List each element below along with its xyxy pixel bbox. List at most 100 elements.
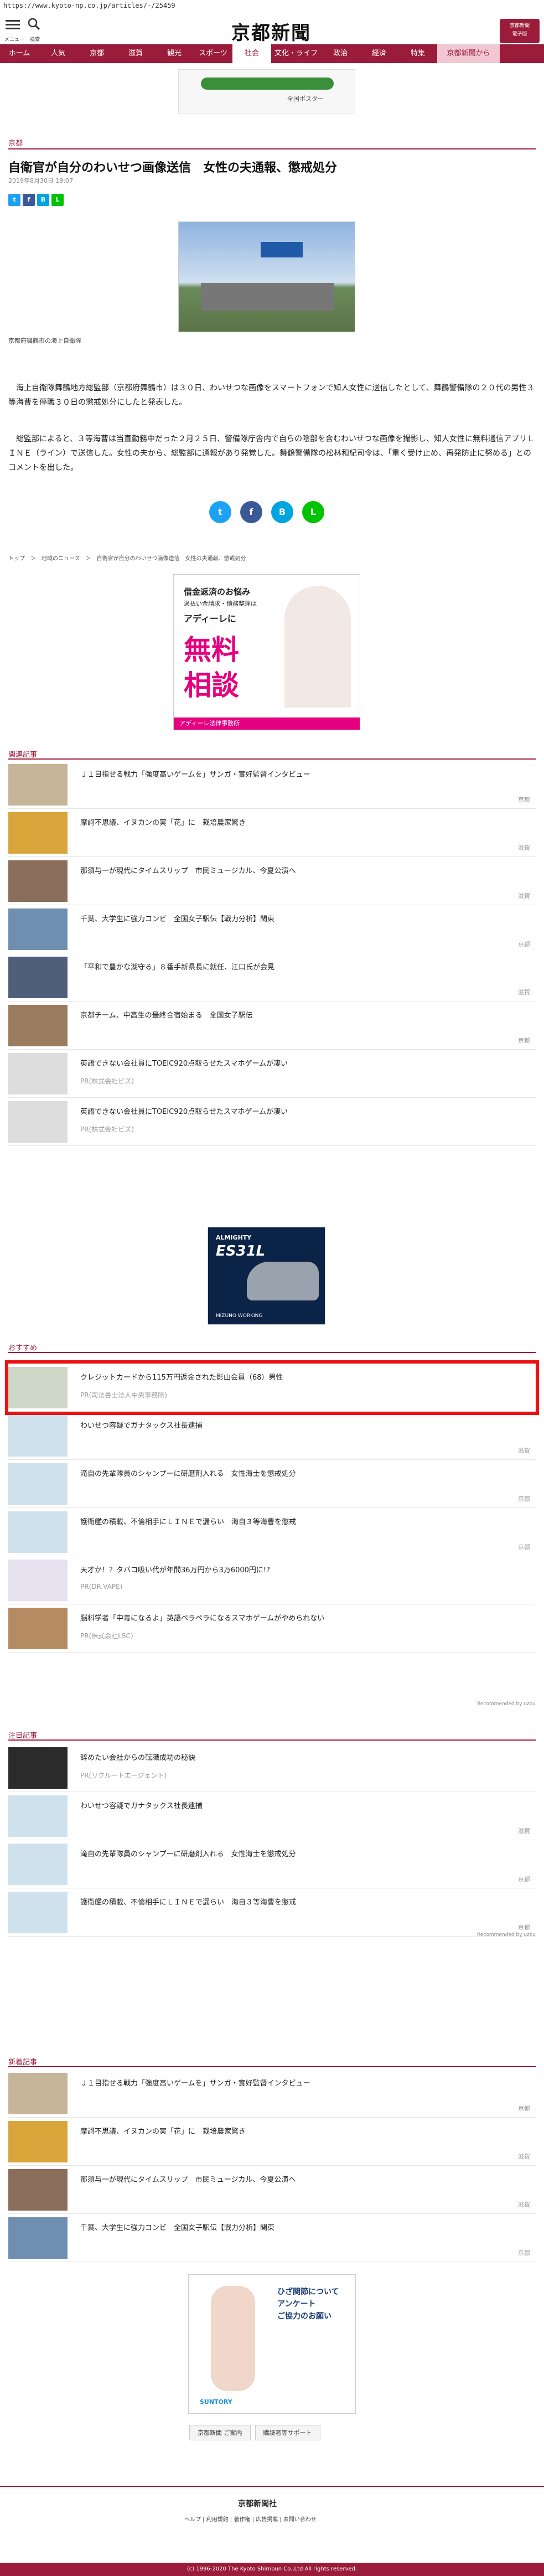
list-item[interactable]: 滝自の先輩隊員のシャンプーに研磨剤入れる 女性海士を懲戒処分京都 (8, 1840, 536, 1888)
info-button[interactable]: 京都新聞 ご案内 (189, 2425, 251, 2440)
adire-ad[interactable]: 借金返済のお悩み 過払い金請求・債務整理は アディーレに 無料 相談 アディーレ… (173, 574, 360, 730)
list-item[interactable]: 「平和で豊かな湖守る」８番手新県長に就任、江口氏が会見 滋賀 (8, 953, 536, 1002)
suntory-ad[interactable]: ひざ関節について アンケート ご協力のお願い SUNTORY (188, 2274, 356, 2414)
thumbnail (8, 1005, 68, 1046)
item-title: 滝自の先輩隊員のシャンプーに研磨剤入れる 女性海士を懲戒処分 (80, 1470, 296, 1478)
list-item[interactable]: わいせつ容疑でガナタックス社長逮捕滋賀 (8, 1412, 536, 1460)
thumbnail (8, 2073, 68, 2114)
list-item[interactable]: 英語できない会社員にTOEIC920点取らせたスマホゲームが凄い PR(株式会社ビ… (8, 1098, 536, 1146)
top-ad-text: 全国ポスター (287, 95, 324, 102)
facebook-icon[interactable]: f (23, 194, 35, 206)
nav-tab-politics[interactable]: 政治 (321, 44, 360, 63)
nav-tab-sports[interactable]: スポーツ (194, 44, 232, 63)
related-rule (8, 758, 536, 760)
item-source: 京都 (518, 1924, 530, 1931)
item-source: 滋賀 (518, 2153, 530, 2160)
nav-tab-culture[interactable]: 文化・ライフ (271, 44, 321, 63)
nav-tab-from-kyoto[interactable]: 京都新聞から (437, 44, 500, 63)
list-item[interactable]: 護衛艦の積載、不倫相手にＬＩＮＥで漏らい 海自３等海曹を懲戒 京都 (8, 1888, 536, 1937)
list-item[interactable]: 護衛艦の積載、不倫相手にＬＩＮＥで漏らい 海自３等海曹を懲戒 京都 (8, 1508, 536, 1556)
twitter-icon[interactable]: t (8, 194, 20, 206)
item-title: 千葉、大学生に強力コンビ 全国女子駅伝【戦力分析】関東 (80, 915, 275, 923)
shoe-ad[interactable]: ALMIGHTY ES31L MIZUNO WORKING (208, 1227, 325, 1325)
nav-tab-economy[interactable]: 経済 (360, 44, 398, 63)
footer-links[interactable]: ヘルプ | 利用規約 | 著作権 | 広告掲載 | お問い合わせ (184, 2515, 317, 2523)
nav-tab-sightseeing[interactable]: 観光 (155, 44, 194, 63)
nav-tab-home[interactable]: ホーム (0, 44, 39, 63)
item-title: クレジットカードから115万円返金された影山会員（68）男性 (80, 1374, 283, 1382)
item-title: わいせつ容疑でガナタックス社長逮捕 (80, 1422, 203, 1430)
item-title: 滝自の先輩隊員のシャンプーに研磨剤入れる 女性海士を懲戒処分 (80, 1850, 296, 1859)
list-item[interactable]: 千葉、大学生に強力コンビ 全国女子駅伝【戦力分析】関東 京都 (8, 2214, 536, 2262)
line-icon[interactable]: L (51, 194, 64, 206)
list-item[interactable]: 英語できない会社員にTOEIC920点取らせたスマホゲームが凄い PR(株式会社ビ… (8, 1050, 536, 1098)
item-title: 千葉、大学生に強力コンビ 全国女子駅伝【戦力分析】関東 (80, 2224, 275, 2232)
suntory-ad-image (211, 2286, 255, 2391)
item-source: 滋賀 (518, 989, 530, 996)
adire-ad-big1: 無料 (184, 634, 239, 666)
item-source: 滋賀 (518, 844, 530, 851)
nav-tab-features[interactable]: 特集 (398, 44, 437, 63)
thumbnail (8, 1844, 68, 1885)
adire-ad-line2: 過払い金請求・債務整理は (184, 600, 257, 607)
edition-button[interactable]: 京都新聞 電子版 (500, 19, 540, 43)
article-category[interactable]: 京都 (8, 137, 23, 148)
list-item[interactable]: 摩訶不思議、イヌカンの実「花」に 栽培農家驚き滋賀 (8, 2118, 536, 2166)
item-title: 英語できない会社員にTOEIC920点取らせたスマホゲームが凄い (80, 1108, 288, 1116)
nav-tab-society[interactable]: 社会 (232, 44, 271, 63)
copyright: (c) 1996-2020 The Kyoto Shimbun Co.,Ltd … (0, 2563, 544, 2576)
thumbnail (8, 764, 68, 806)
item-pr: PR(DR.VAPE) (80, 1583, 123, 1591)
list-item[interactable]: Ｊ１目指せる戦力「強度高いゲームを」サンガ・實好監督インタビュー 京都 (8, 2069, 536, 2118)
list-item[interactable]: 京都チーム、中高生の最終合宿始まる 全国女子駅伝京都 (8, 1002, 536, 1050)
support-button[interactable]: 購読者等サポート (255, 2425, 320, 2440)
list-item[interactable]: クレジットカードから115万円返金された影山会員（68）男性 PR(司法書士法人中… (5, 1360, 539, 1415)
twitter-icon[interactable]: t (209, 501, 231, 523)
nav-tab-kyoto[interactable]: 京都 (77, 44, 116, 63)
list-item[interactable]: 那須与一が現代にタイムスリップ 市民ミュージカル、今夏公演へ 滋賀 (8, 2166, 536, 2214)
item-title: 京都チーム、中高生の最終合宿始まる 全国女子駅伝 (80, 1011, 253, 1020)
top-banner-ad[interactable]: 全国ポスター (178, 69, 355, 113)
item-title: 那須与一が現代にタイムスリップ 市民ミュージカル、今夏公演へ (80, 867, 296, 875)
item-source: 京都 (518, 1037, 530, 1044)
facebook-icon[interactable]: f (240, 501, 262, 523)
list-item[interactable]: 千葉、大学生に強力コンビ 全国女子駅伝【戦力分析】関東 京都 (8, 905, 536, 953)
list-item[interactable]: 摩訶不思議、イヌカンの実「花」に 栽培農家驚き 滋賀 (8, 809, 536, 857)
item-pr: PR(リクルートエージェント) (80, 1772, 167, 1779)
item-source: 京都 (518, 1876, 530, 1883)
recommended-credit[interactable]: Recommended by uzou (477, 1701, 536, 1707)
list-item[interactable]: 脳科学者「中毒になるよ」英語ペラペラになるスマホゲームがやめられない PR(株式会… (8, 1604, 536, 1653)
nav-tab-popular[interactable]: 人気 (39, 44, 77, 63)
hatena-icon[interactable]: B (271, 501, 293, 523)
search-icon[interactable] (28, 18, 40, 30)
list-item[interactable]: 滝自の先輩隊員のシャンプーに研磨剤入れる 女性海士を懲戒処分 京都 (8, 1460, 536, 1508)
breadcrumb[interactable]: トップ ＞ 地域のニュース ＞ 自衛官が自分のわいせつ画像送信 女性の夫通報、懲… (8, 554, 246, 562)
line-icon[interactable]: L (302, 501, 324, 523)
attention-list: 辞めたい会社からの転職成功の秘訣 PR(リクルートエージェント) わいせつ容疑でガ… (8, 1744, 536, 1937)
list-item[interactable]: わいせつ容疑でガナタックス社長逮捕 滋賀 (8, 1792, 536, 1840)
list-item[interactable]: Ｊ１目指せる戦力「強度高いゲームを」サンガ・實好監督インタビュー 京都 (8, 761, 536, 809)
list-item[interactable]: 天才か！？タバコ吸い代が年間36万円から3万6000円に!? PR(DR.VAPE… (8, 1556, 536, 1604)
thumbnail (8, 1892, 68, 1933)
item-title: 摩訶不思議、イヌカンの実「花」に 栽培農家驚き (80, 2128, 246, 2136)
list-item[interactable]: 那須与一が現代にタイムスリップ 市民ミュージカル、今夏公演へ 滋賀 (8, 857, 536, 905)
site-footer: 京都新聞社 ヘルプ | 利用規約 | 著作権 | 広告掲載 | お問い合わせ (… (0, 2486, 544, 2576)
item-title: 辞めたい会社からの転職成功の秘訣 (80, 1754, 196, 1762)
shoe-ad-image (247, 1262, 319, 1300)
main-nav: ホーム 人気 京都 滋賀 観光 スポーツ 社会 文化・ライフ 政治 経済 特集 … (0, 44, 544, 63)
item-pr: PR(司法書士法人中央事務所) (80, 1391, 167, 1399)
menu-icon[interactable] (6, 18, 20, 32)
newest-rule (8, 2066, 536, 2067)
site-logo[interactable]: 京都新聞 (216, 18, 327, 45)
category-rule (8, 148, 536, 149)
search-label: 検索 (30, 37, 40, 43)
shoe-ad-maker: MIZUNO WORKING (216, 1313, 263, 1319)
list-item[interactable]: 辞めたい会社からの転職成功の秘訣 PR(リクルートエージェント) (8, 1744, 536, 1792)
item-title: 脳科学者「中毒になるよ」英語ペラペラになるスマホゲームがやめられない (80, 1614, 325, 1623)
nav-tab-shiga[interactable]: 滋賀 (116, 44, 155, 63)
attention-credit[interactable]: Recommended by uzou (477, 1932, 536, 1938)
item-source: 滋賀 (518, 1447, 530, 1454)
hatena-icon[interactable]: B (37, 194, 49, 206)
footer-logo[interactable]: 京都新聞社 (238, 2498, 277, 2509)
thumbnail (8, 860, 68, 902)
